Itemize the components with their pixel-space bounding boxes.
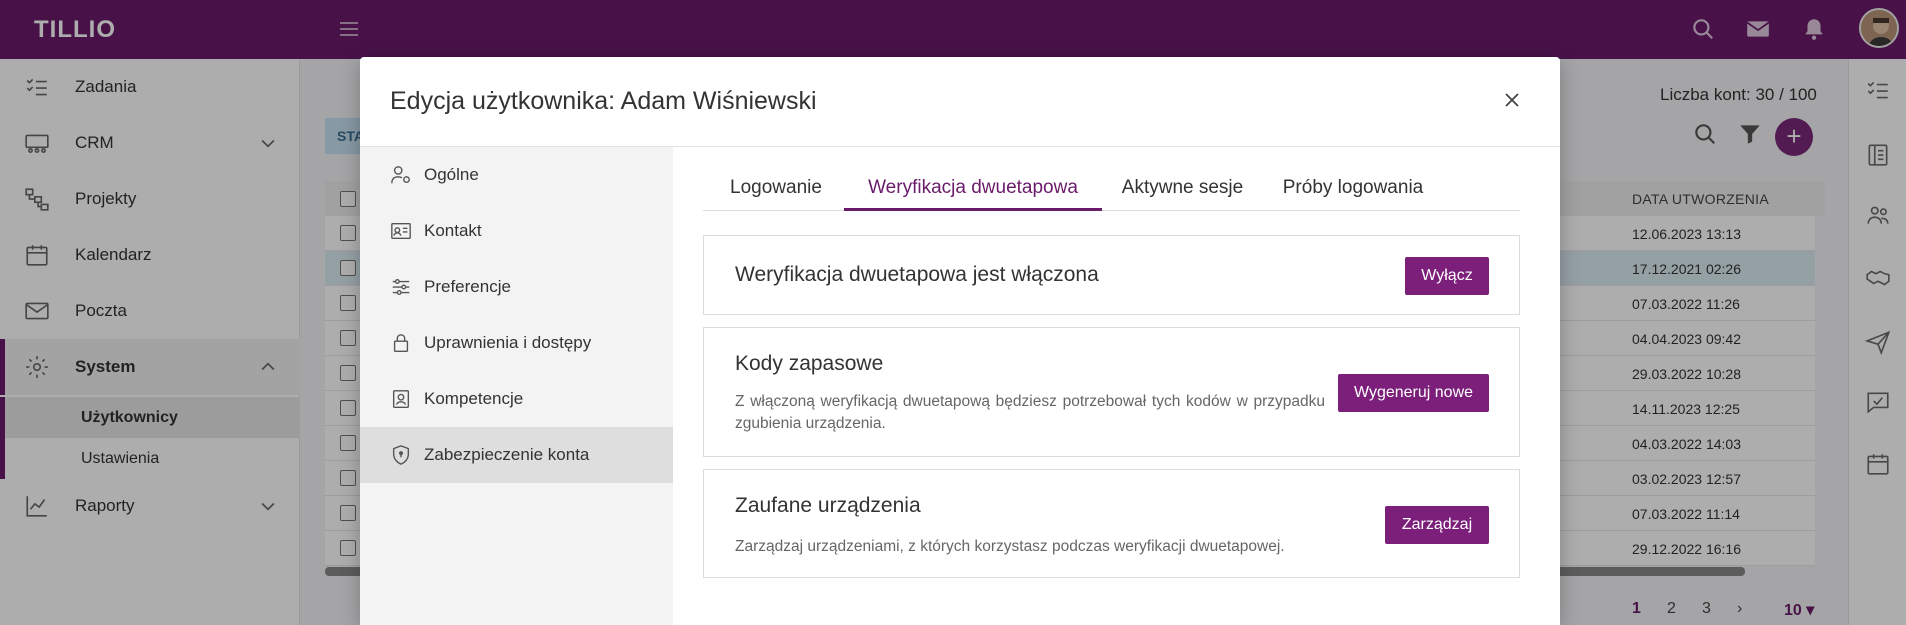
modal-nav: Ogólne Kontakt Preferencje Uprawnienia i… xyxy=(360,147,673,625)
tab-weryfikacja-dwuetapowa[interactable]: Weryfikacja dwuetapowa xyxy=(844,167,1102,211)
id-card-icon xyxy=(390,220,412,242)
modal-nav-label: Preferencje xyxy=(424,277,511,296)
two-factor-status-title: Weryfikacja dwuetapowa jest włączona xyxy=(735,263,1099,286)
modal-header: Edycja użytkownika: Adam Wiśniewski xyxy=(360,57,1560,147)
user-badge-icon xyxy=(390,388,412,410)
modal-nav-label: Ogólne xyxy=(424,165,479,184)
trusted-devices-title: Zaufane urządzenia xyxy=(735,494,921,517)
two-factor-status-card: Weryfikacja dwuetapowa jest włączona Wył… xyxy=(703,235,1520,315)
trusted-devices-card: Zaufane urządzenia Zarządzaj urządzeniam… xyxy=(703,469,1520,578)
edit-user-modal: Edycja użytkownika: Adam Wiśniewski Ogól… xyxy=(360,57,1560,625)
modal-nav-label: Uprawnienia i dostępy xyxy=(424,333,592,352)
modal-nav-ogolne[interactable]: Ogólne xyxy=(360,147,673,203)
security-tabs: Logowanie Weryfikacja dwuetapowa Aktywne… xyxy=(703,167,1520,211)
modal-nav-zabezpieczenie[interactable]: Zabezpieczenie konta xyxy=(360,427,673,483)
tab-logowanie[interactable]: Logowanie xyxy=(727,167,825,211)
backup-codes-desc: Z włączoną weryfikacją dwuetapową będzie… xyxy=(735,393,1325,432)
modal-nav-kontakt[interactable]: Kontakt xyxy=(360,203,673,259)
modal-nav-label: Kompetencje xyxy=(424,389,524,408)
tab-proby-logowania[interactable]: Próby logowania xyxy=(1265,167,1441,211)
trusted-devices-desc: Zarządzaj urządzeniami, z których korzys… xyxy=(735,538,1285,555)
tab-aktywne-sesje[interactable]: Aktywne sesje xyxy=(1120,167,1245,211)
lock-icon xyxy=(390,332,412,354)
modal-nav-label: Zabezpieczenie konta xyxy=(424,445,590,464)
backup-codes-card: Kody zapasowe Z włączoną weryfikacją dwu… xyxy=(703,327,1520,457)
backup-codes-title: Kody zapasowe xyxy=(735,352,884,375)
close-icon[interactable] xyxy=(1500,88,1524,112)
modal-nav-uprawnienia[interactable]: Uprawnienia i dostępy xyxy=(360,315,673,371)
sliders-icon xyxy=(390,276,412,298)
regenerate-codes-button[interactable]: Wygeneruj nowe xyxy=(1338,374,1489,412)
shield-icon xyxy=(390,444,412,466)
disable-2fa-button[interactable]: Wyłącz xyxy=(1405,257,1489,295)
modal-nav-kompetencje[interactable]: Kompetencje xyxy=(360,371,673,427)
user-settings-icon xyxy=(390,164,412,186)
modal-nav-preferencje[interactable]: Preferencje xyxy=(360,259,673,315)
manage-devices-button[interactable]: Zarządzaj xyxy=(1385,506,1489,544)
modal-nav-label: Kontakt xyxy=(424,221,482,240)
modal-title: Edycja użytkownika: Adam Wiśniewski xyxy=(390,87,817,115)
